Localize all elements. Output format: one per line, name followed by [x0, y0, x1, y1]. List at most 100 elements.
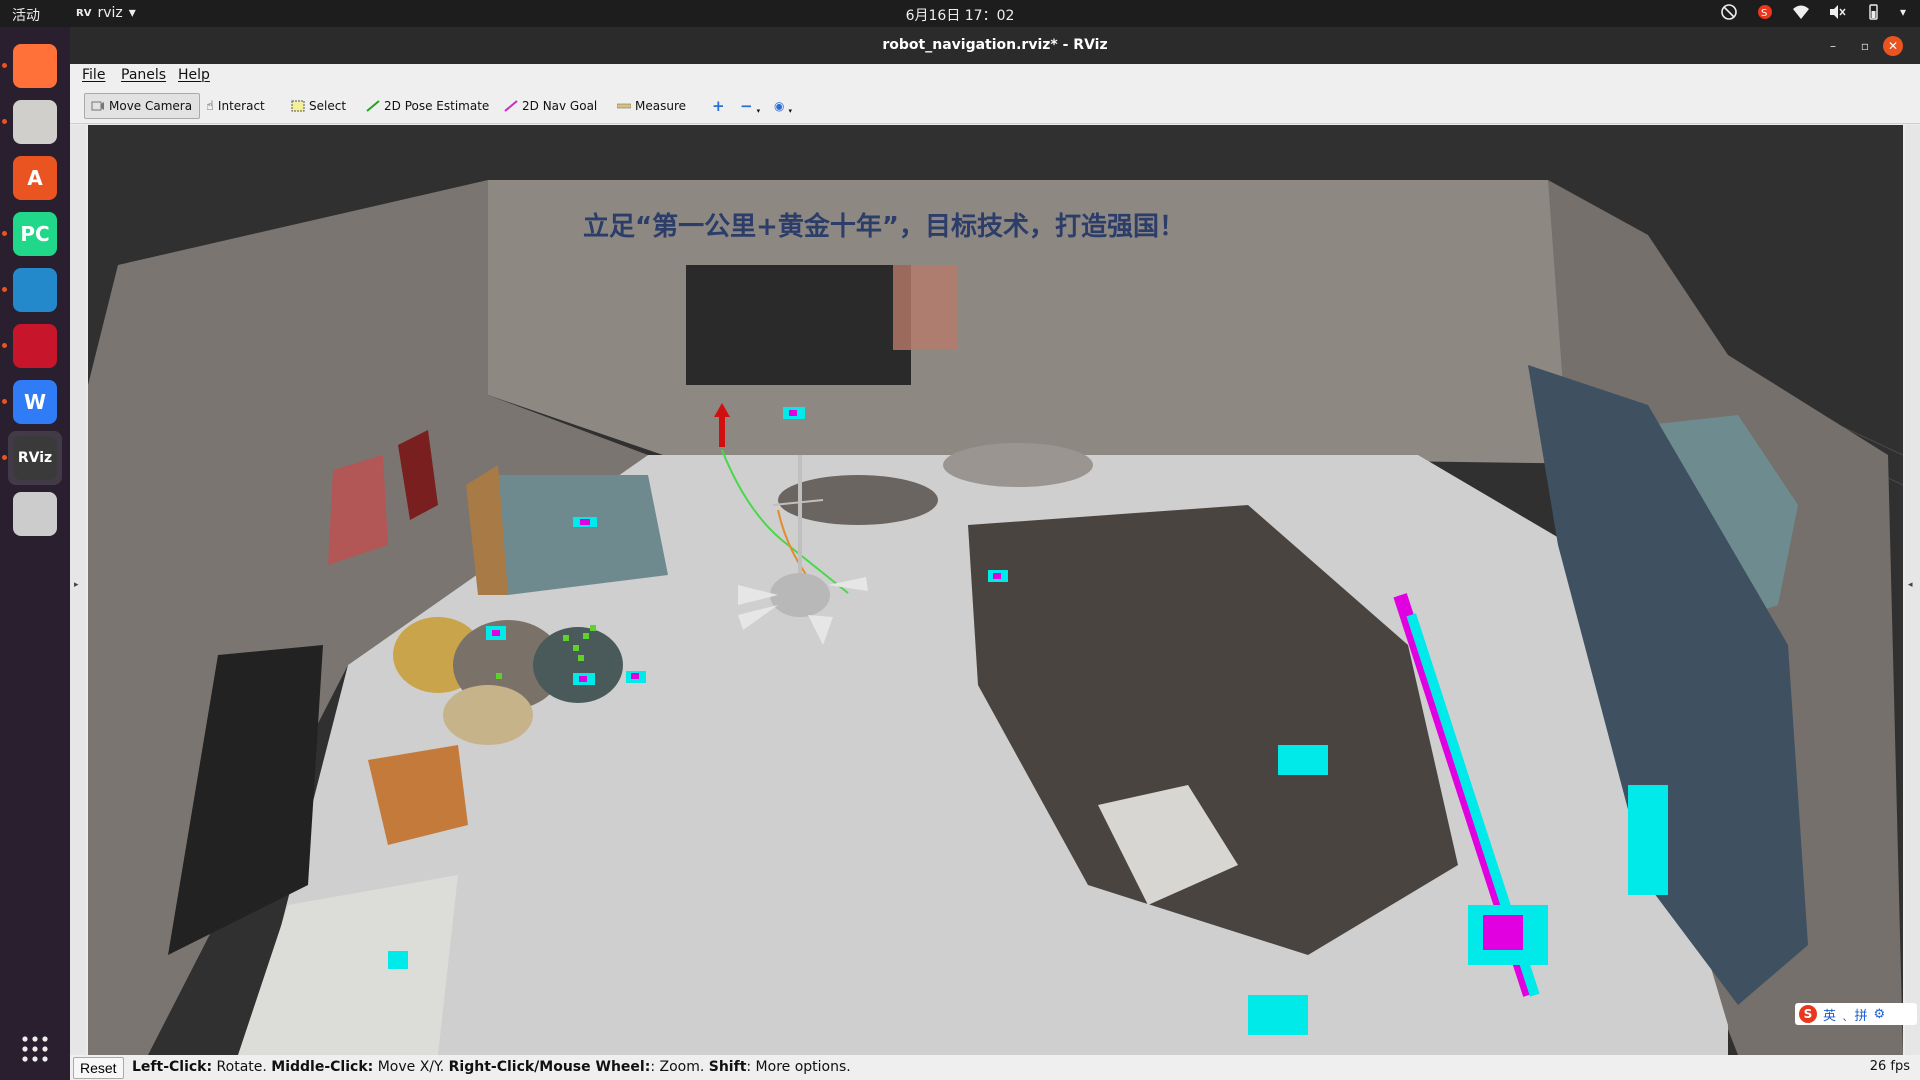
dock-item[interactable]	[8, 487, 62, 541]
dock-item[interactable]	[2, 39, 62, 93]
gnome-top-bar: 活动 RV rviz ▾ 6月16日 17：02 S ▾	[0, 0, 1920, 27]
remove-tool-button[interactable]: − ▾	[734, 93, 766, 119]
dock-item[interactable]: A	[8, 151, 62, 205]
clock[interactable]: 6月16日 17：02	[0, 5, 1920, 25]
show-apps-button[interactable]	[8, 1022, 62, 1076]
punctuation-icon[interactable]: ˎ	[1842, 1007, 1849, 1022]
interact-tool[interactable]: ☝ Interact	[200, 93, 271, 119]
ime-toolbar[interactable]: S 英 ˎ 拼 ⚙	[1795, 1003, 1917, 1025]
running-indicator	[2, 287, 7, 292]
usb-drive-icon	[13, 492, 57, 536]
wall-banner-text: 立足“第一公里+黄金十年”，目标技术，打造强国！	[583, 211, 1185, 242]
move-camera-tool[interactable]: Move Camera	[84, 93, 200, 119]
help-right-click-desc: : Zoom.	[650, 1059, 709, 1075]
activities-button[interactable]: 活动	[12, 5, 40, 25]
app-store-icon: A	[13, 156, 57, 200]
running-indicator	[2, 343, 7, 348]
magenta-arrow-icon	[504, 100, 518, 112]
firefox-icon	[13, 44, 57, 88]
eye-icon: ◉	[774, 99, 785, 113]
volume-muted-icon[interactable]	[1828, 3, 1846, 21]
tv-screen	[686, 265, 911, 385]
render-viewport[interactable]: 立足“第一公里+黄金十年”，目标技术，打造强国！	[88, 125, 1903, 1055]
sogou-icon[interactable]: S	[1756, 3, 1774, 21]
dock-item[interactable]: W	[2, 375, 62, 429]
maximize-button[interactable]: ▫	[1855, 36, 1875, 56]
pose-estimate-label: 2D Pose Estimate	[384, 99, 490, 113]
nav-goal-tool[interactable]: 2D Nav Goal	[498, 93, 603, 119]
running-indicator	[2, 231, 7, 236]
measure-tool[interactable]: Measure	[611, 93, 692, 119]
tool-properties-button[interactable]: ◉ ▾	[768, 93, 798, 119]
dock-item[interactable]	[2, 319, 62, 373]
back-table	[943, 443, 1093, 487]
pose-estimate-tool[interactable]: 2D Pose Estimate	[360, 93, 495, 119]
dock-item[interactable]: PC	[2, 207, 62, 261]
wps-icon: W	[13, 380, 57, 424]
system-tray[interactable]: S ▾	[1720, 3, 1906, 21]
help-middle-click: Middle-Click:	[271, 1059, 374, 1075]
menu-file[interactable]: File	[82, 67, 105, 83]
dock-item[interactable]	[2, 95, 62, 149]
reset-button[interactable]: Reset	[73, 1057, 124, 1079]
help-right-click: Right-Click/Mouse Wheel:	[448, 1059, 651, 1075]
minimize-button[interactable]: –	[1823, 36, 1843, 56]
camera-help-text: Left-Click: Rotate. Middle-Click: Move X…	[132, 1059, 851, 1075]
dock-item[interactable]	[2, 263, 62, 317]
dock: A PC W RViz	[0, 27, 70, 1080]
hand-icon: ☝	[206, 98, 214, 114]
files-icon	[13, 100, 57, 144]
rviz-icon: RViz	[13, 436, 57, 480]
window-title: robot_navigation.rviz* - RViz	[882, 37, 1108, 53]
chevron-down-icon: ▾	[788, 107, 792, 115]
ime-language-toggle[interactable]: 英	[1823, 1005, 1836, 1024]
nav-goal-label: 2D Nav Goal	[522, 99, 598, 113]
dock-item[interactable]: RViz	[2, 431, 62, 485]
select-icon	[291, 100, 305, 112]
select-tool[interactable]: Select	[285, 93, 352, 119]
menu-panels[interactable]: Panels	[121, 67, 166, 83]
rviz-small-icon: RV	[76, 7, 92, 19]
left-dock-collapse[interactable]: ▸	[70, 125, 86, 1055]
app-menu[interactable]: RV rviz ▾	[76, 5, 136, 21]
measure-label: Measure	[635, 99, 686, 113]
status-bar: Reset Left-Click: Rotate. Middle-Click: …	[70, 1055, 1920, 1080]
menu-bar: File Panels Help	[70, 64, 1920, 88]
title-bar[interactable]: robot_navigation.rviz* - RViz – ▫ ✕	[70, 27, 1920, 64]
menu-help[interactable]: Help	[178, 67, 210, 83]
running-indicator	[2, 399, 7, 404]
chevron-down-icon: ▾	[128, 5, 136, 21]
poster	[893, 265, 958, 350]
network-disabled-icon[interactable]	[1720, 3, 1738, 21]
close-button[interactable]: ✕	[1883, 36, 1903, 56]
move-camera-label: Move Camera	[109, 99, 193, 113]
wifi-icon[interactable]	[1792, 3, 1810, 21]
ime-input-mode[interactable]: 拼	[1855, 1005, 1868, 1024]
grid-icon	[22, 1036, 48, 1062]
cushion-4	[443, 685, 533, 745]
help-shift: Shift	[708, 1059, 747, 1075]
chevron-down-icon[interactable]: ▾	[1900, 5, 1906, 19]
add-tool-button[interactable]: +	[706, 93, 731, 119]
ruler-icon	[617, 103, 631, 109]
running-indicator	[2, 63, 7, 68]
sogou-logo-icon[interactable]: S	[1799, 1005, 1817, 1023]
help-middle-click-desc: Move X/Y.	[373, 1059, 449, 1075]
bed	[488, 475, 668, 595]
svg-text:S: S	[1761, 8, 1767, 19]
running-indicator	[2, 119, 7, 124]
settings-icon[interactable]: ⚙	[1874, 1007, 1886, 1022]
help-shift-desc: : More options.	[746, 1059, 851, 1075]
cushion-3	[533, 627, 623, 703]
point-cloud-scene[interactable]: 立足“第一公里+黄金十年”，目标技术，打造强国！	[88, 125, 1903, 1055]
pycharm-icon: PC	[13, 212, 57, 256]
right-dock-collapse[interactable]: ◂	[1905, 125, 1920, 1055]
app-menu-label: rviz	[97, 5, 123, 21]
battery-icon[interactable]	[1864, 3, 1882, 21]
plus-icon: +	[712, 97, 725, 115]
help-left-click-desc: Rotate.	[212, 1059, 272, 1075]
running-indicator	[2, 455, 7, 460]
green-arrow-icon	[366, 100, 380, 112]
vscode-icon	[13, 268, 57, 312]
chevron-left-icon: ◂	[1908, 580, 1913, 590]
